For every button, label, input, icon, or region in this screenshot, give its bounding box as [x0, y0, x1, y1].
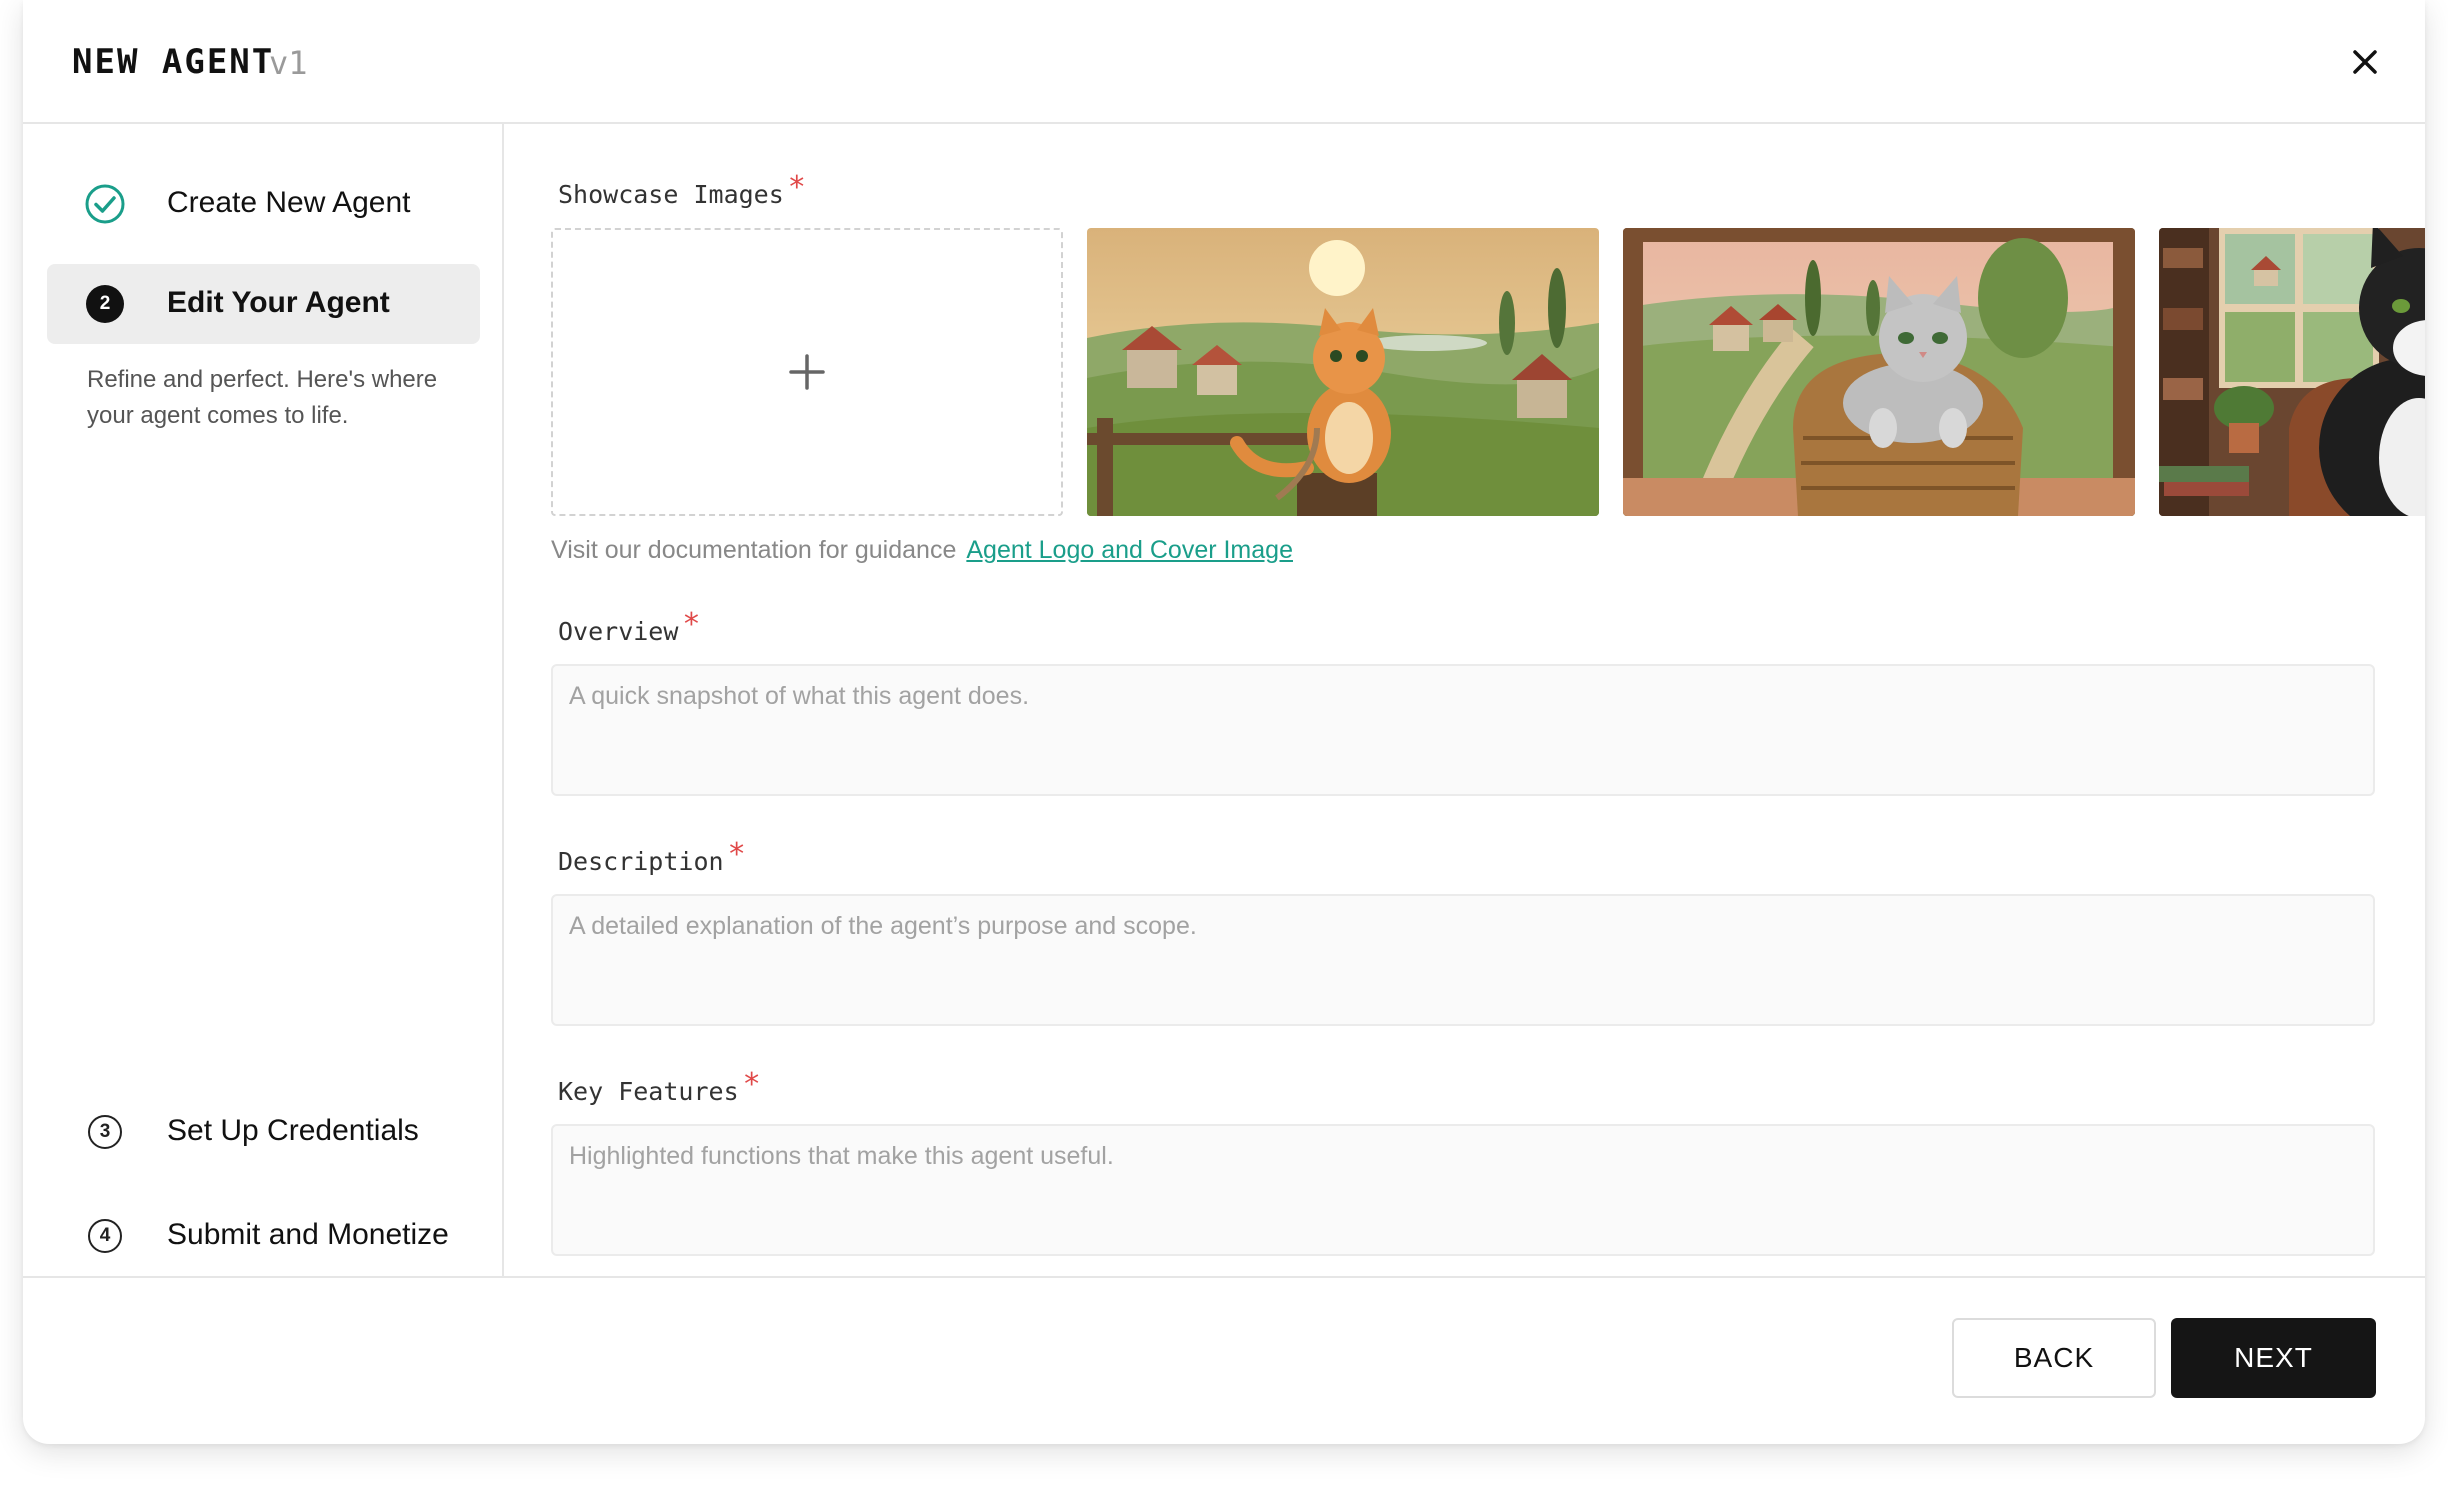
overview-placeholder: A quick snapshot of what this agent does… [569, 682, 1030, 710]
description-label: Description * [558, 837, 746, 876]
key-features-label: Key Features * [558, 1067, 761, 1106]
required-asterisk: * [787, 170, 806, 205]
plus-icon [789, 354, 825, 390]
close-button[interactable] [2345, 42, 2385, 82]
step-description: Refine and perfect. Here's where your ag… [87, 366, 438, 429]
tuxedo-cat-study-image [2159, 228, 2425, 516]
description-field[interactable]: A detailed explanation of the agent’s pu… [551, 894, 2375, 1026]
showcase-image-orange-cat[interactable] [1087, 228, 1599, 516]
edit-agent-form: Showcase Images * Visit our documentatio… [506, 124, 2425, 1276]
required-asterisk: * [682, 607, 701, 642]
showcase-image-gray-cat[interactable] [1623, 228, 2135, 516]
modal-footer: BACK NEXT [23, 1276, 2425, 1444]
back-button[interactable]: BACK [1952, 1318, 2156, 1398]
documentation-link[interactable]: Agent Logo and Cover Image [966, 536, 1293, 564]
step-number-badge: 4 [85, 1216, 125, 1256]
key-features-placeholder: Highlighted functions that make this age… [569, 1142, 1114, 1170]
modal-title: NEW AGENT [72, 42, 275, 82]
next-button[interactable]: NEXT [2171, 1318, 2376, 1398]
check-circle-icon [85, 184, 125, 224]
steps-sidebar: Create New Agent 2 Edit Your Agent Refin… [23, 124, 504, 1276]
step-label: Set Up Credentials [167, 1114, 419, 1147]
new-agent-modal: NEW AGENT v1 Create New Agent 2 Edit You… [23, 0, 2425, 1444]
overview-field[interactable]: A quick snapshot of what this agent does… [551, 664, 2375, 796]
close-icon [2353, 50, 2377, 74]
showcase-image-tuxedo-cat[interactable] [2159, 228, 2425, 516]
overview-label: Overview * [558, 607, 701, 646]
description-placeholder: A detailed explanation of the agent’s pu… [569, 912, 1197, 940]
step-create-new-agent[interactable]: Create New Agent [47, 164, 480, 244]
required-asterisk: * [742, 1067, 761, 1102]
required-asterisk: * [727, 837, 746, 872]
step-submit-and-monetize[interactable]: 4 Submit and Monetize [47, 1196, 480, 1276]
step-set-up-credentials[interactable]: 3 Set Up Credentials [47, 1092, 480, 1172]
documentation-guidance: Visit our documentation for guidance Agen… [551, 536, 1293, 564]
key-features-field[interactable]: Highlighted functions that make this age… [551, 1124, 2375, 1256]
step-label: Submit and Monetize [167, 1218, 449, 1251]
step-number-badge: 3 [85, 1112, 125, 1152]
step-edit-your-agent[interactable]: 2 Edit Your Agent [47, 264, 480, 344]
gray-cat-basket-image [1623, 228, 2135, 516]
modal-header: NEW AGENT v1 [23, 0, 2425, 124]
showcase-images-label: Showcase Images * [558, 170, 806, 209]
orange-cat-countryside-image [1087, 228, 1599, 516]
step-label: Edit Your Agent [167, 286, 390, 319]
step-number-badge: 2 [85, 284, 125, 324]
step-label: Create New Agent [167, 186, 411, 219]
version-label: v1 [269, 44, 308, 82]
image-upload-dropzone[interactable] [551, 228, 1063, 516]
